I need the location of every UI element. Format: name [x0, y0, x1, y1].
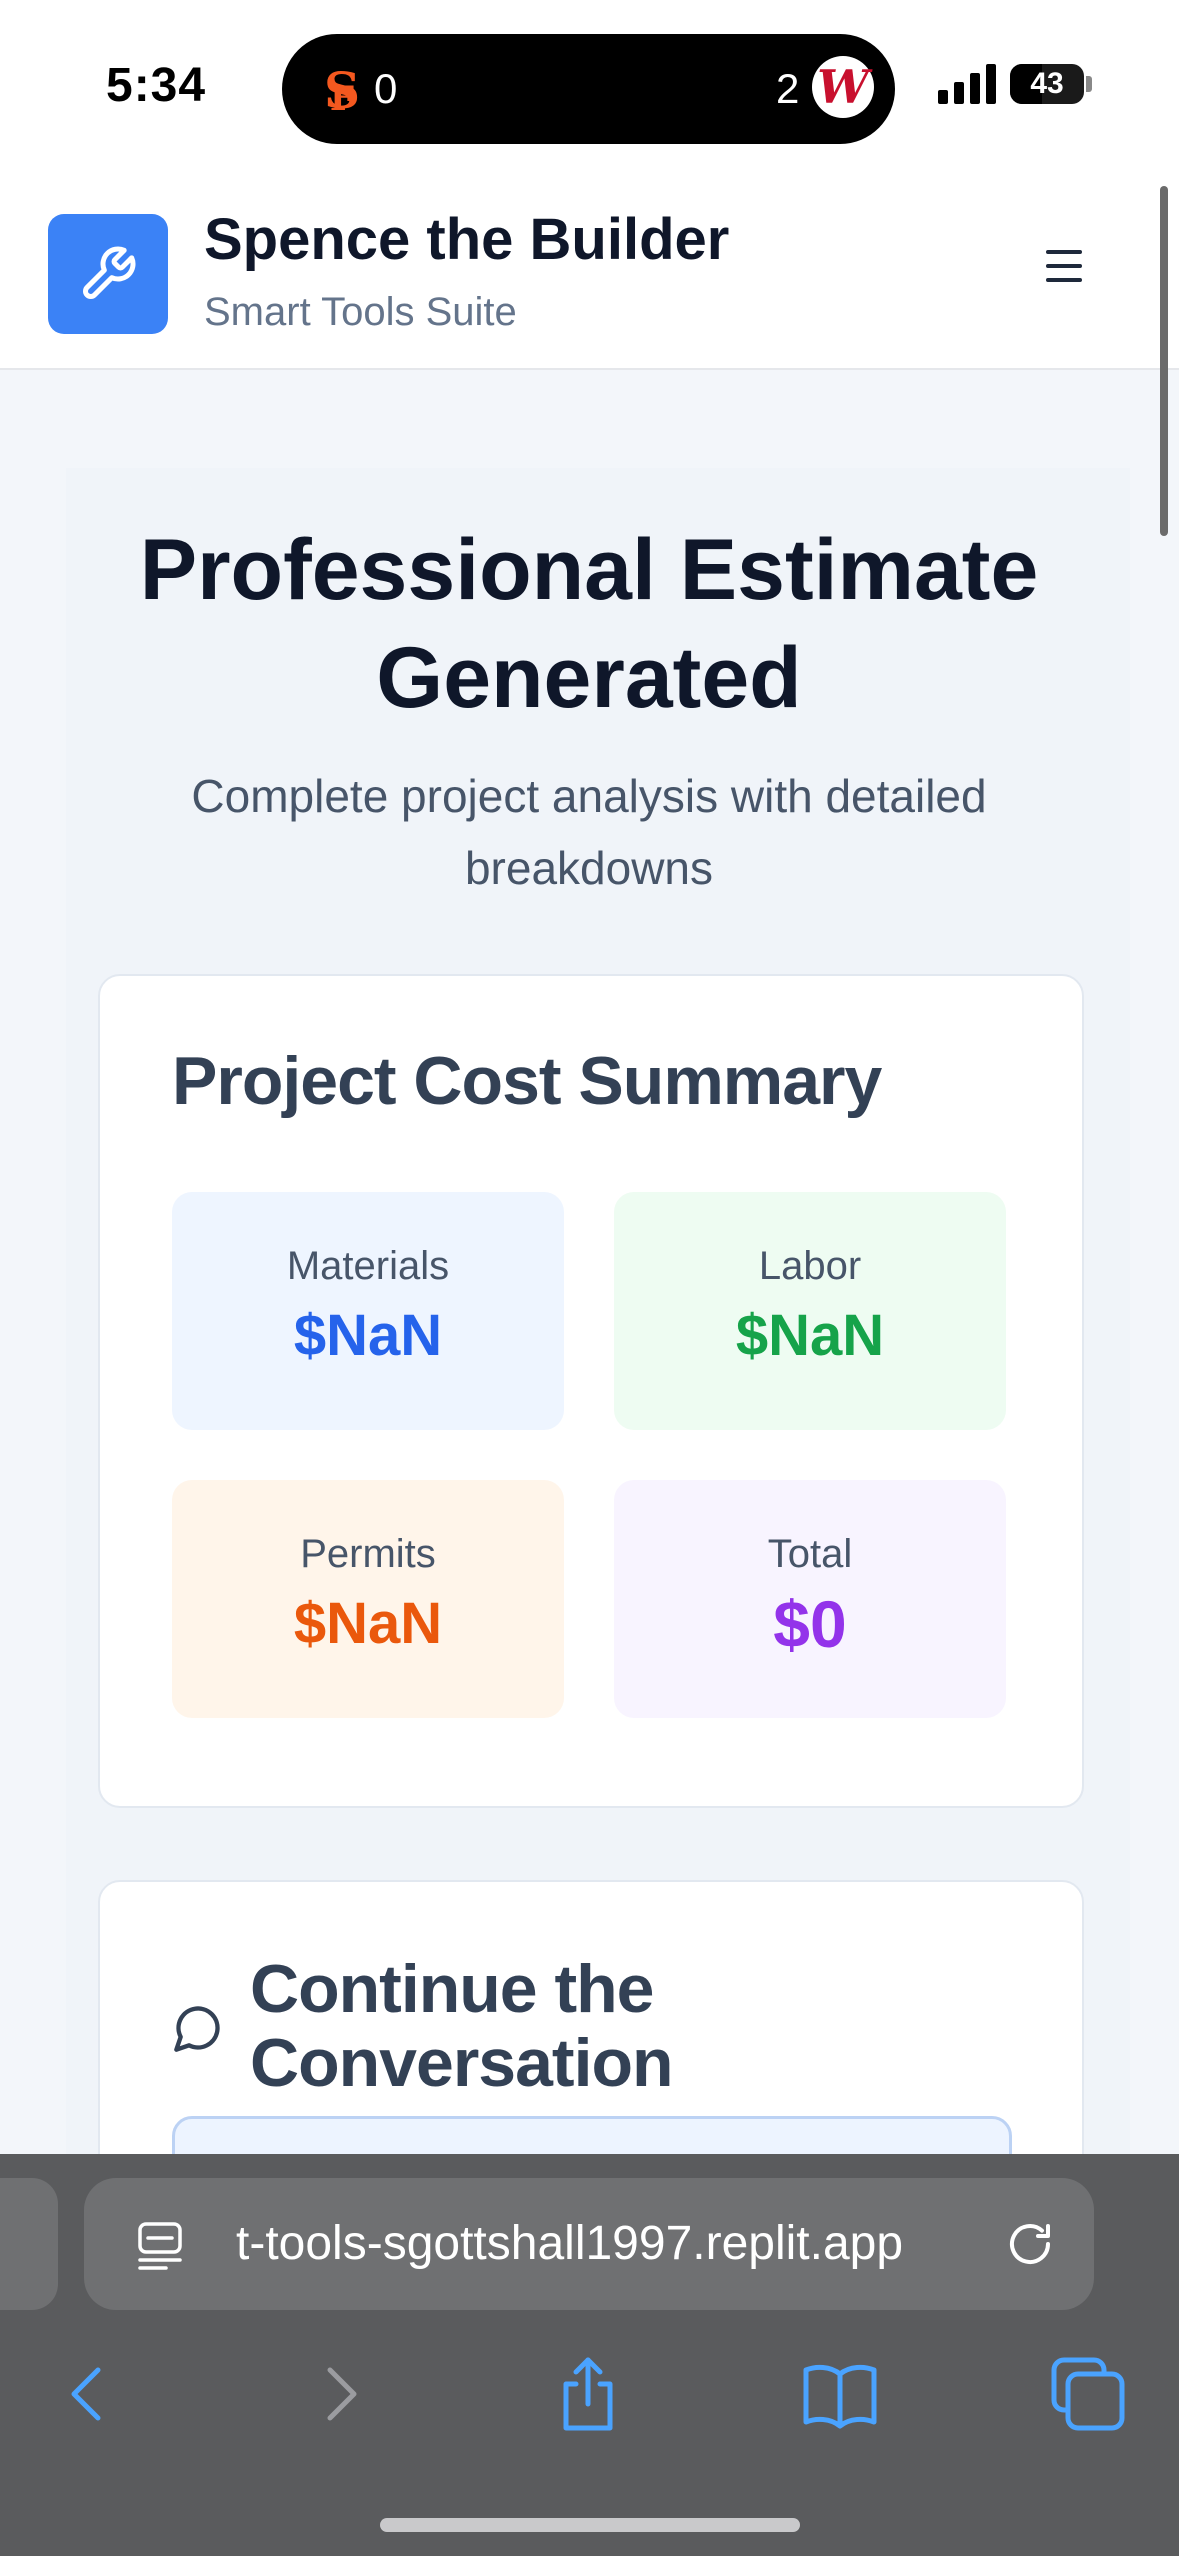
app-header: Spence the Builder Smart Tools Suite: [0, 170, 1179, 370]
bookmarks-icon[interactable]: [800, 2354, 880, 2434]
forward-icon[interactable]: [300, 2354, 380, 2434]
back-icon[interactable]: [48, 2354, 128, 2434]
hamburger-menu-icon[interactable]: [1046, 250, 1096, 290]
status-time: 5:34: [106, 59, 207, 112]
app-subtitle: Smart Tools Suite: [204, 290, 517, 334]
page-subtitle: Complete project analysis with detailed …: [191, 770, 987, 894]
dynamic-island-live-activity[interactable]: S F 0 2 W: [282, 34, 895, 144]
labor-tile: Labor $NaN: [614, 1192, 1006, 1430]
address-bar[interactable]: t-tools-sgottshall1997.replit.app: [84, 2178, 1094, 2310]
labor-label: Labor: [758, 1244, 862, 1288]
svg-text:F: F: [330, 79, 354, 119]
tabs-icon[interactable]: [1048, 2354, 1128, 2434]
page-menu-icon[interactable]: [136, 2220, 186, 2270]
total-label: Total: [767, 1532, 853, 1576]
chat-bubble-icon: [174, 2006, 220, 2052]
materials-value: $NaN: [293, 1303, 443, 1368]
page-scrollbar[interactable]: [1160, 186, 1168, 536]
giants-logo-icon: S F: [312, 58, 372, 120]
left-team-score: 0: [374, 65, 398, 112]
conversation-title: Continue the Conversation: [250, 1951, 674, 2101]
materials-tile: Materials $NaN: [172, 1192, 564, 1430]
battery-tip: [1086, 76, 1092, 92]
status-bar: 5:34 S F 0 2 W 43: [0, 0, 1179, 170]
labor-value: $NaN: [735, 1303, 885, 1368]
cost-summary-title: Project Cost Summary: [172, 1043, 882, 1119]
page-title: Professional Estimate Generated: [139, 522, 1039, 726]
cellular-signal-icon: [938, 64, 996, 104]
total-value: $0: [773, 1587, 847, 1661]
battery-level: 43: [1030, 67, 1064, 100]
home-indicator[interactable]: [380, 2518, 800, 2532]
browser-toolbar: t-tools-sgottshall1997.replit.app: [0, 2154, 1179, 2556]
browser-nav-row: [0, 2354, 1179, 2474]
reload-icon[interactable]: [1006, 2220, 1054, 2268]
total-tile: Total $0: [614, 1480, 1006, 1718]
right-team-score: 2: [776, 65, 800, 112]
permits-tile: Permits $NaN: [172, 1480, 564, 1718]
share-icon[interactable]: [548, 2354, 628, 2434]
url-text: t-tools-sgottshall1997.replit.app: [236, 2217, 904, 2270]
nationals-logo-icon: W: [812, 56, 874, 118]
battery-icon: 43: [1010, 64, 1084, 104]
permits-value: $NaN: [293, 1591, 443, 1656]
materials-label: Materials: [286, 1244, 450, 1288]
permits-label: Permits: [300, 1532, 436, 1576]
app-title: Spence the Builder: [204, 207, 730, 272]
app-logo[interactable]: [48, 214, 168, 334]
cost-summary-card: Project Cost Summary Materials $NaN Labo…: [98, 974, 1084, 1808]
wrench-icon: [83, 246, 136, 299]
previous-tab-peek[interactable]: [0, 2178, 58, 2310]
